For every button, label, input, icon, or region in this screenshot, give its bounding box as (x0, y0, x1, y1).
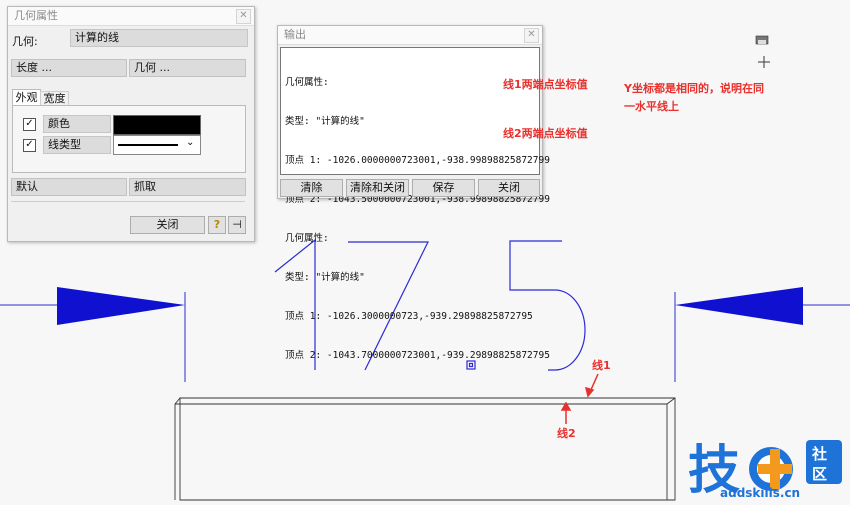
panel-title: 几何属性 ✕ (8, 7, 254, 26)
default-button[interactable]: 默认 (11, 178, 127, 196)
grab-button[interactable]: 抓取 (129, 178, 246, 196)
geometry-label: 几何: (12, 35, 38, 48)
output-line: 顶点 2: -1043.7000000723001,-939.298988258… (285, 350, 550, 361)
output-text: 几何属性: 类型: "计算的线" 顶点 1: -1026.00000007230… (285, 50, 550, 388)
output-panel: 输出 ✕ 几何属性: 类型: "计算的线" 顶点 1: -1026.000000… (277, 25, 550, 361)
color-label: 颜色 (43, 115, 111, 133)
color-swatch[interactable] (113, 115, 201, 135)
annotation-y-note-2: 一水平线上 (624, 100, 679, 113)
tab-appearance[interactable]: 外观 (12, 89, 41, 106)
output-line: 顶点 1: -1026.3000000723,-939.298988258727… (285, 311, 533, 322)
divider (11, 201, 245, 202)
clear-button[interactable]: 清除 (280, 179, 343, 197)
annotation-line1-coords: 线1两端点坐标值 (503, 78, 588, 91)
linetype-select[interactable]: ⌄ (113, 135, 201, 155)
tab-content: ✓ 颜色 ✓ 线类型 ⌄ (12, 105, 246, 173)
svg-text:区: 区 (812, 465, 827, 483)
close-icon[interactable]: ✕ (236, 9, 251, 24)
tab-width[interactable]: 宽度 (40, 91, 69, 106)
annotation-line2-label: 线2 (557, 427, 576, 440)
geometry-button[interactable]: 几何 ... (129, 59, 246, 77)
output-close-button[interactable]: 关闭 (478, 179, 540, 197)
pin-icon[interactable]: ⊣ (228, 216, 246, 234)
output-textarea[interactable]: 几何属性: 类型: "计算的线" 顶点 1: -1026.00000007230… (280, 47, 550, 361)
annotation-arrows (560, 373, 599, 424)
close-icon[interactable]: ✕ (524, 28, 539, 43)
clear-and-close-button[interactable]: 清除和关闭 (346, 179, 409, 197)
output-title: 输出 ✕ (278, 26, 542, 45)
output-line: 顶点 1: -1026.0000000723001,-938.998988258… (285, 155, 550, 166)
linetype-label: 线类型 (43, 136, 111, 154)
watermark-url: addskills.cn (720, 486, 801, 500)
dimension-arrow-left (57, 287, 185, 325)
dimension-arrow-right (675, 287, 803, 325)
svg-text:社: 社 (811, 445, 827, 463)
close-button[interactable]: 关闭 (130, 216, 205, 234)
annotation-line2-coords: 线2两端点坐标值 (503, 127, 588, 140)
geometry-value-field: 计算的线 (70, 29, 248, 47)
save-button[interactable]: 保存 (412, 179, 475, 197)
printer-icon (755, 35, 769, 45)
output-title-text: 输出 (284, 28, 306, 41)
annotation-y-note-1: Y坐标都是相同的，说明在同 (624, 82, 764, 95)
line-object[interactable] (174, 397, 676, 501)
panel-title-text: 几何属性 (14, 9, 58, 22)
color-checkbox[interactable]: ✓ (23, 118, 36, 131)
crosshair-icon (758, 56, 770, 68)
linetype-checkbox[interactable]: ✓ (23, 139, 36, 152)
annotation-line1-label: 线1 (592, 359, 611, 372)
help-icon[interactable]: ? (208, 216, 226, 234)
output-line: 类型: "计算的线" (285, 272, 365, 283)
chevron-down-icon: ⌄ (186, 137, 195, 148)
linetype-preview (118, 144, 178, 146)
geometry-properties-panel: 几何属性 ✕ 几何: 计算的线 长度 ... 几何 ... 外观 宽度 ✓ 颜色… (7, 6, 255, 242)
length-button[interactable]: 长度 ... (11, 59, 127, 77)
output-line: 几何属性: (285, 233, 329, 244)
